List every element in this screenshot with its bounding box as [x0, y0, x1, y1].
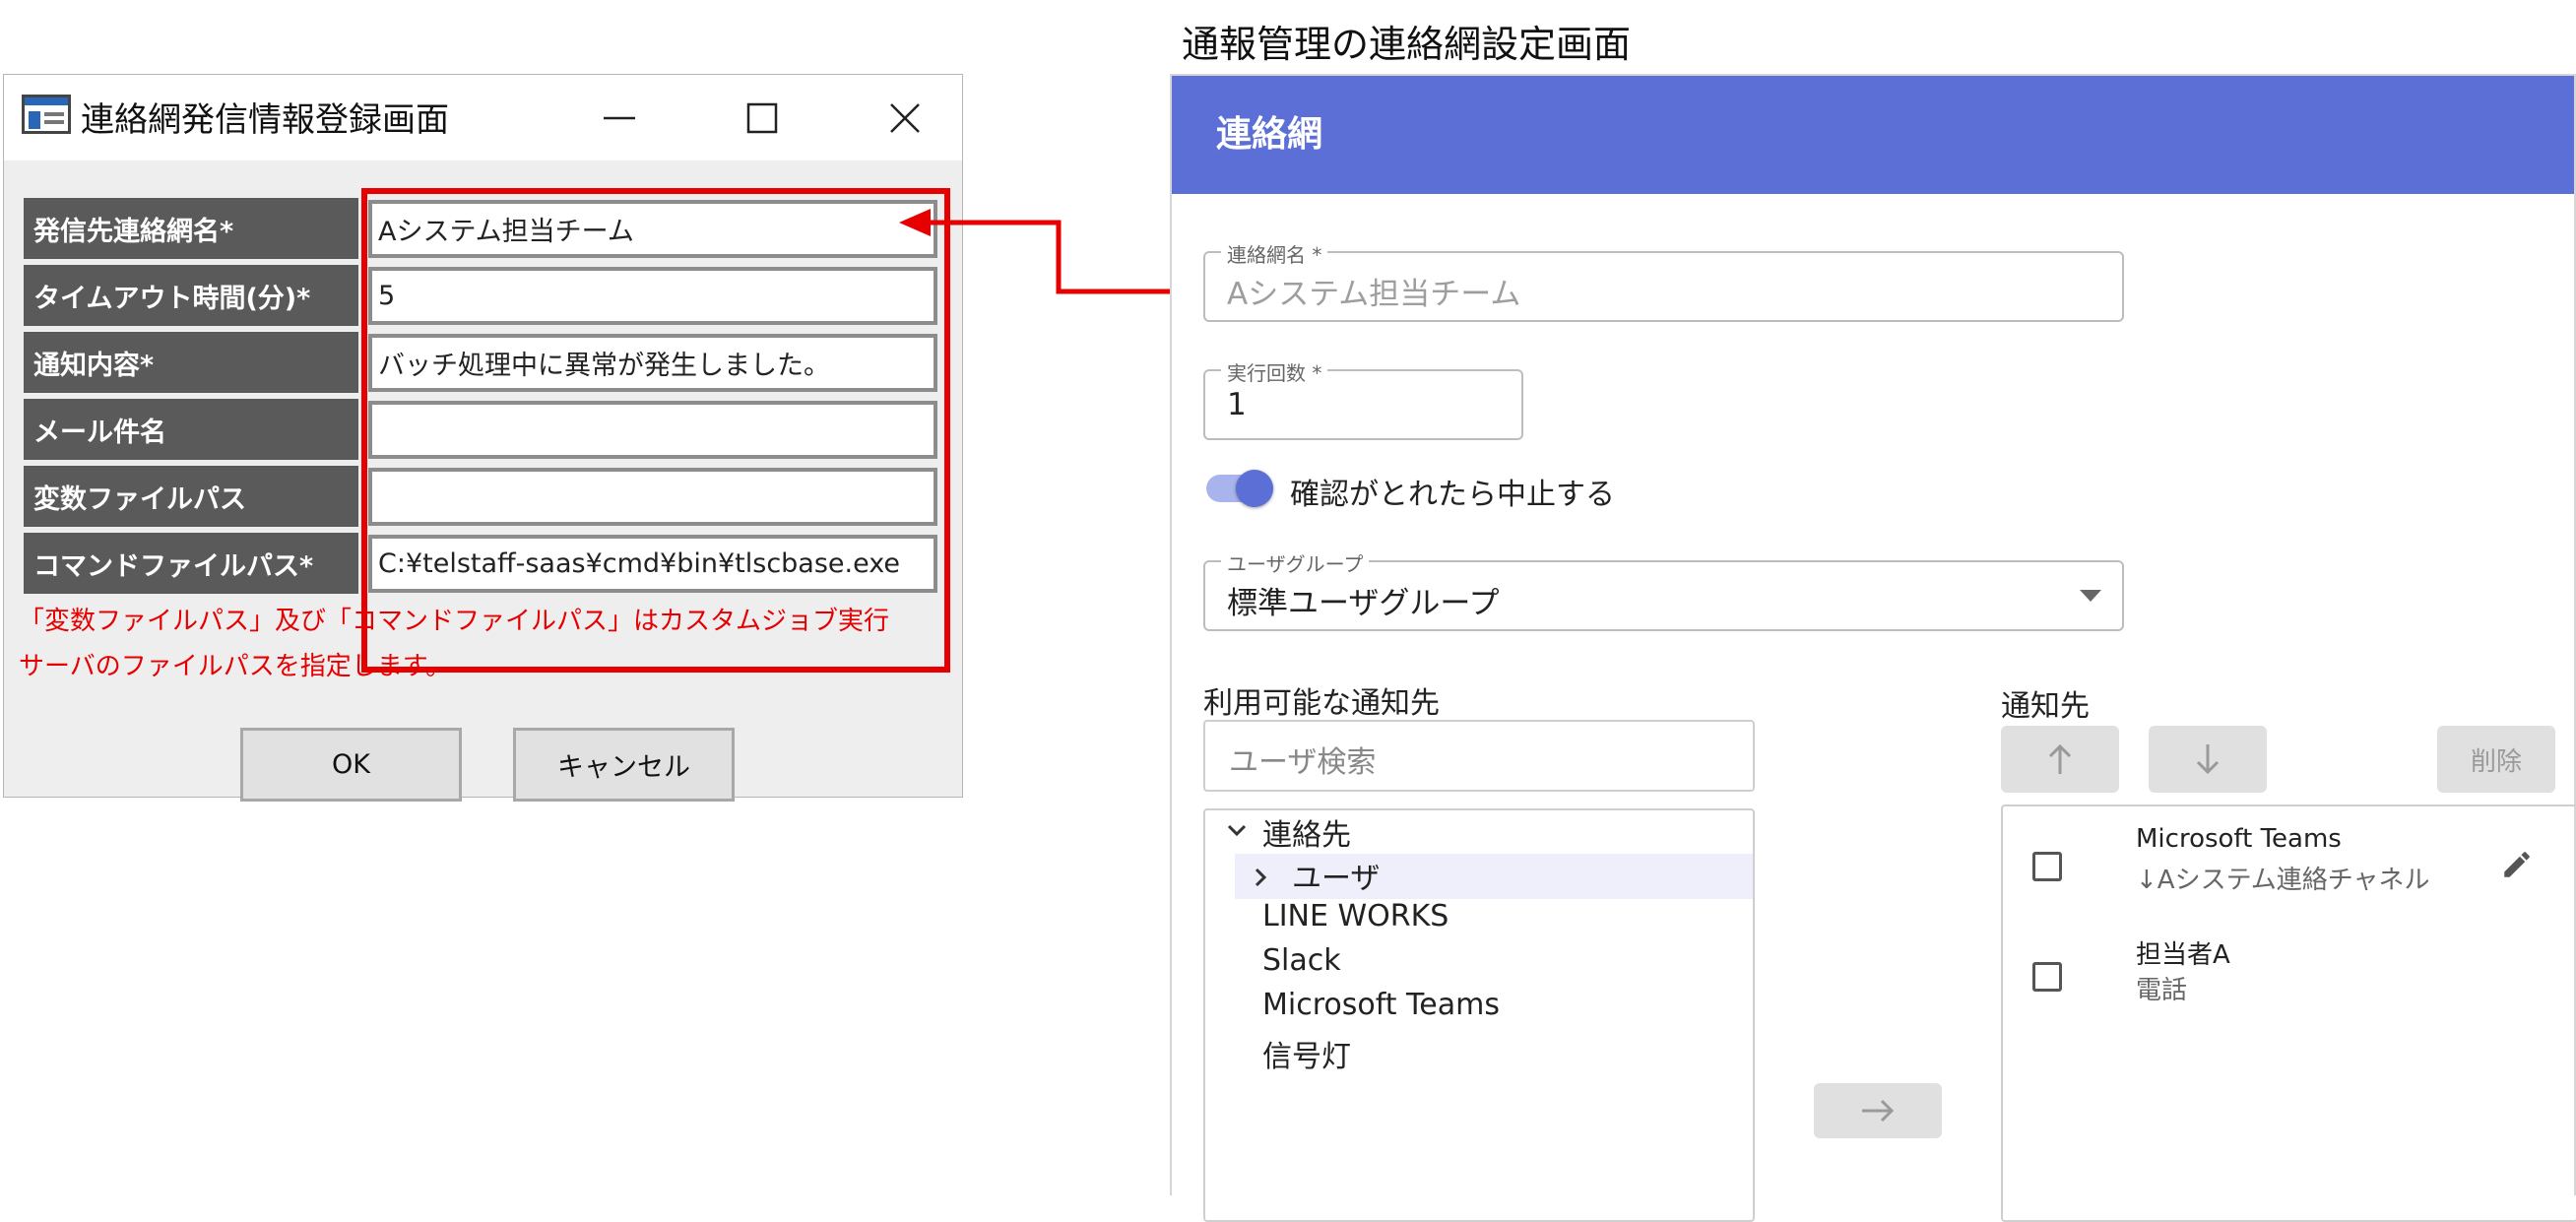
execution-count-field[interactable]: 実行回数 * 1	[1203, 357, 1523, 440]
user-group-value: 標準ユーザグループ	[1227, 586, 1500, 621]
app-header: 連絡網	[1172, 76, 2574, 194]
user-search-box[interactable]: ユーザ検索	[1203, 720, 1755, 792]
available-destinations-title: 利用可能な通知先	[1203, 686, 1440, 721]
add-destination-button[interactable]	[1814, 1083, 1942, 1138]
tree-item-signal-light[interactable]: 信号灯	[1262, 1032, 1351, 1075]
user-search-placeholder: ユーザ検索	[1229, 745, 1377, 780]
toggle-knob[interactable]	[1236, 470, 1273, 507]
destination-checkbox[interactable]	[2032, 852, 2062, 881]
available-destinations-tree: 連絡先 ユーザ LINE WORKS Slack Microsoft Teams…	[1203, 808, 1755, 1222]
destinations-list: Microsoft Teams ↓Aシステム連絡チャネル 担当者A 電話	[2001, 804, 2576, 1222]
tree-item-users-row[interactable]: ユーザ	[1235, 854, 1753, 899]
network-settings-panel: 連絡網 連絡網名 * Aシステム担当チーム 実行回数 * 1 確認がとれたら中止…	[1170, 74, 2576, 1222]
destination-sub: ↓Aシステム連絡チャネル	[2136, 866, 2430, 895]
toggle-label: 確認がとれたら中止する	[1290, 478, 1615, 512]
destination-name: 担当者A	[2136, 940, 2230, 970]
panel-caption: 通報管理の連絡網設定画面	[1182, 23, 1632, 66]
arrow-right-icon	[1862, 1099, 1895, 1123]
tree-item-users: ユーザ	[1292, 862, 1381, 896]
network-name-value: Aシステム担当チーム	[1227, 277, 1521, 312]
execution-count-value: 1	[1227, 387, 1247, 422]
tree-item-contacts[interactable]: 連絡先	[1262, 810, 1351, 854]
delete-button[interactable]: 削除	[2437, 726, 2555, 793]
destination-checkbox[interactable]	[2032, 962, 2062, 992]
dropdown-arrow-icon	[2080, 590, 2101, 602]
tree-item-microsoft-teams[interactable]: Microsoft Teams	[1262, 988, 1500, 1022]
destination-sub: 電話	[2136, 976, 2188, 1005]
destination-name: Microsoft Teams	[2136, 824, 2342, 854]
arrow-up-icon	[2048, 743, 2072, 774]
move-down-button[interactable]	[2149, 726, 2267, 793]
move-up-button[interactable]	[2001, 726, 2119, 793]
user-group-label: ユーザグループ	[1221, 548, 1370, 577]
arrow-down-icon	[2196, 744, 2220, 775]
chevron-right-icon[interactable]	[1255, 868, 1268, 887]
user-group-select[interactable]: ユーザグループ 標準ユーザグループ	[1203, 548, 2124, 631]
chevron-down-icon[interactable]	[1227, 824, 1247, 838]
tree-item-slack[interactable]: Slack	[1262, 943, 1341, 978]
execution-count-label: 実行回数 *	[1221, 357, 1328, 386]
header-title: 連絡網	[1216, 114, 1323, 155]
tree-item-line-works[interactable]: LINE WORKS	[1262, 899, 1449, 933]
network-name-field[interactable]: 連絡網名 * Aシステム担当チーム	[1203, 239, 2124, 322]
pencil-edit-icon[interactable]	[2500, 848, 2534, 881]
network-name-label: 連絡網名 *	[1221, 239, 1328, 268]
destinations-title: 通知先	[2001, 689, 2090, 724]
